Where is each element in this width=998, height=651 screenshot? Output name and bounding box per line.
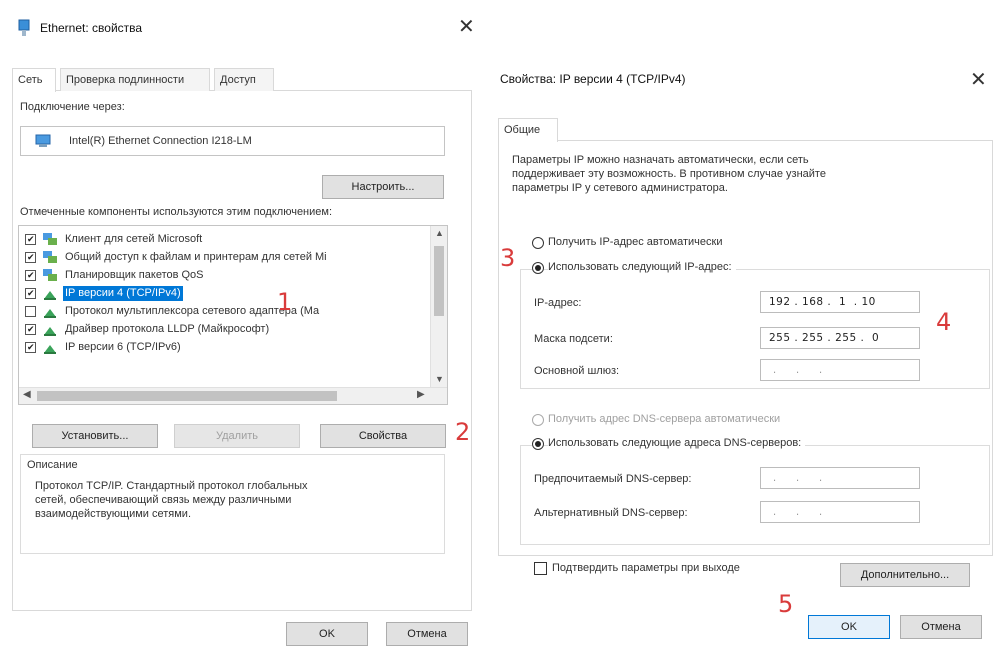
ip-address-input[interactable]: 192 . 168 . 1 . 10	[760, 291, 920, 313]
scroll-thumb[interactable]	[37, 391, 337, 401]
description-title: Описание	[27, 459, 78, 471]
checkbox[interactable]	[25, 342, 36, 353]
annotation-1: 1	[277, 288, 293, 316]
ip-address-label: IP-адрес:	[534, 297, 582, 309]
list-item[interactable]: Клиент для сетей Microsoft	[25, 231, 435, 248]
components-list[interactable]: Клиент для сетей Microsoft Общий доступ …	[18, 225, 448, 405]
manual-dns-label: Использовать следующие адреса DNS-сервер…	[548, 437, 806, 449]
scroll-thumb[interactable]	[434, 246, 444, 316]
component-label: Планировщик пакетов QoS	[65, 269, 204, 281]
checkbox[interactable]	[25, 252, 36, 263]
preferred-dns-label: Предпочитаемый DNS-сервер:	[534, 473, 692, 485]
vertical-scrollbar[interactable]: ▲ ▼	[430, 226, 447, 389]
scroll-right-icon[interactable]: ▶	[417, 389, 425, 400]
cancel-button[interactable]: Отмена	[386, 622, 468, 646]
gateway-input[interactable]: . . .	[760, 359, 920, 381]
close-icon[interactable]: ✕	[970, 67, 987, 91]
cancel-button[interactable]: Отмена	[900, 615, 982, 639]
list-item[interactable]: Планировщик пакетов QoS	[25, 267, 435, 284]
description-line-1: Протокол TCP/IP. Стандартный протокол гл…	[35, 480, 308, 492]
component-label: Клиент для сетей Microsoft	[65, 233, 203, 245]
description-line-2: сетей, обеспечивающий связь между различ…	[35, 494, 292, 506]
checkbox[interactable]	[25, 306, 36, 317]
validate-checkbox[interactable]	[534, 562, 547, 575]
protocol-icon	[44, 345, 56, 354]
auto-ip-radio[interactable]	[532, 237, 544, 249]
tab-network[interactable]: Сеть	[12, 68, 56, 92]
tab-bar: Сеть Проверка подлинности Доступ	[12, 68, 472, 92]
list-item[interactable]: Протокол мультиплексора сетевого адаптер…	[25, 303, 435, 320]
properties-button[interactable]: Свойства	[320, 424, 446, 448]
tab-sharing[interactable]: Доступ	[214, 68, 274, 91]
remove-button[interactable]: Удалить	[174, 424, 300, 448]
protocol-icon	[44, 327, 56, 336]
configure-button[interactable]: Настроить...	[322, 175, 444, 199]
dialog-title: Ethernet: свойства	[40, 21, 143, 35]
scroll-left-icon[interactable]: ◀	[23, 389, 31, 400]
ok-button[interactable]: OK	[808, 615, 890, 639]
protocol-icon	[44, 291, 56, 300]
description-group: Описание Протокол TCP/IP. Стандартный пр…	[20, 454, 445, 554]
checkbox[interactable]	[25, 324, 36, 335]
manual-ip-label: Использовать следующий IP-адрес:	[548, 261, 736, 273]
connect-via-label: Подключение через:	[20, 101, 125, 113]
auto-ip-label: Получить IP-адрес автоматически	[548, 236, 723, 248]
manual-dns-group	[520, 445, 990, 545]
checkbox[interactable]	[25, 270, 36, 281]
advanced-button[interactable]: Дополнительно...	[840, 563, 970, 587]
auto-dns-radio[interactable]	[532, 414, 544, 426]
checkbox[interactable]	[25, 234, 36, 245]
network-client-icon	[43, 233, 57, 245]
adapter-name: Intel(R) Ethernet Connection I218-LM	[69, 135, 252, 147]
component-label: Общий доступ к файлам и принтерам для се…	[65, 251, 327, 263]
annotation-5: 5	[778, 590, 794, 618]
horizontal-scrollbar[interactable]: ◀ ▶	[19, 387, 447, 404]
component-label: IP версии 4 (TCP/IPv4)	[63, 286, 183, 301]
components-label: Отмеченные компоненты используются этим …	[20, 206, 333, 218]
gateway-label: Основной шлюз:	[534, 365, 620, 377]
scroll-down-icon[interactable]: ▼	[435, 374, 444, 384]
annotation-3: 3	[500, 244, 516, 272]
network-service-icon	[43, 251, 57, 263]
ipv4-properties-dialog: Свойства: IP версии 4 (TCP/IPv4) ✕ Общие…	[490, 55, 998, 651]
ethernet-properties-dialog: Ethernet: свойства ✕ Сеть Проверка подли…	[0, 0, 480, 651]
description-line-3: взаимодействующими сетями.	[35, 508, 192, 520]
alternate-dns-input[interactable]: . . .	[760, 501, 920, 523]
dialog-title: Свойства: IP версии 4 (TCP/IPv4)	[500, 72, 686, 86]
protocol-icon	[44, 309, 56, 318]
validate-label: Подтвердить параметры при выходе	[552, 562, 740, 574]
ok-button[interactable]: OK	[286, 622, 368, 646]
subnet-mask-label: Маска подсети:	[534, 333, 613, 345]
close-icon[interactable]: ✕	[458, 14, 475, 38]
checkbox[interactable]	[25, 288, 36, 299]
list-item[interactable]: Драйвер протокола LLDP (Майкрософт)	[25, 321, 435, 338]
install-button[interactable]: Установить...	[32, 424, 158, 448]
preferred-dns-input[interactable]: . . .	[760, 467, 920, 489]
network-adapter-icon	[18, 19, 30, 36]
manual-dns-radio[interactable]	[532, 438, 544, 450]
adapter-icon	[35, 134, 51, 147]
intro-line-2: поддерживает эту возможность. В противно…	[512, 168, 826, 180]
alternate-dns-label: Альтернативный DNS-сервер:	[534, 507, 688, 519]
intro-line-1: Параметры IP можно назначать автоматичес…	[512, 154, 809, 166]
list-item[interactable]: IP версии 4 (TCP/IPv4)	[25, 285, 435, 302]
subnet-mask-input[interactable]: 255 . 255 . 255 . 0	[760, 327, 920, 349]
auto-dns-label: Получить адрес DNS-сервера автоматически	[548, 413, 781, 425]
intro-line-3: параметры IP у сетевого администратора.	[512, 182, 728, 194]
component-label: Драйвер протокола LLDP (Майкрософт)	[65, 323, 270, 335]
network-service-icon	[43, 269, 57, 281]
scroll-up-icon[interactable]: ▲	[435, 228, 444, 238]
tab-general[interactable]: Общие	[498, 118, 558, 142]
annotation-4: 4	[936, 308, 952, 336]
list-item[interactable]: IP версии 6 (TCP/IPv6)	[25, 339, 435, 356]
component-label: IP версии 6 (TCP/IPv6)	[65, 341, 181, 353]
tab-bar: Общие	[498, 118, 993, 142]
adapter-box: Intel(R) Ethernet Connection I218-LM	[20, 126, 445, 156]
list-item[interactable]: Общий доступ к файлам и принтерам для се…	[25, 249, 435, 266]
annotation-2: 2	[455, 418, 471, 446]
manual-ip-radio[interactable]	[532, 262, 544, 274]
tab-authentication[interactable]: Проверка подлинности	[60, 68, 210, 91]
